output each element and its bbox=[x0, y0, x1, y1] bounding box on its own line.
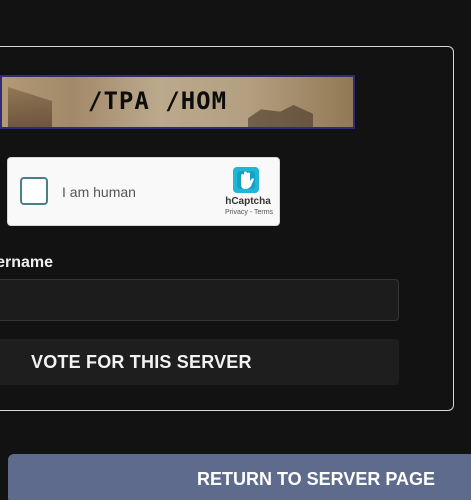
vote-button[interactable]: VOTE FOR THIS SERVER bbox=[0, 339, 399, 385]
hcaptcha-brand: hCaptcha bbox=[225, 196, 271, 207]
username-label-wrap: Username bbox=[0, 254, 90, 276]
return-to-server-button[interactable]: RETURN TO SERVER PAGE bbox=[8, 454, 471, 500]
hcaptcha-links[interactable]: Privacy - Terms bbox=[221, 209, 277, 216]
vote-page: /TPA /HOM I am human hCaptcha Privacy - … bbox=[0, 0, 471, 500]
username-input[interactable] bbox=[0, 279, 399, 321]
server-banner-image: /TPA /HOM bbox=[0, 75, 355, 129]
username-label: Username bbox=[0, 254, 53, 271]
hcaptcha-hand-icon bbox=[233, 167, 259, 193]
captcha-checkbox-label: I am human bbox=[62, 184, 136, 200]
banner-text: /TPA /HOM bbox=[88, 87, 228, 115]
hcaptcha-widget: I am human hCaptcha Privacy - Terms bbox=[7, 157, 280, 226]
captcha-checkbox[interactable] bbox=[20, 177, 48, 205]
